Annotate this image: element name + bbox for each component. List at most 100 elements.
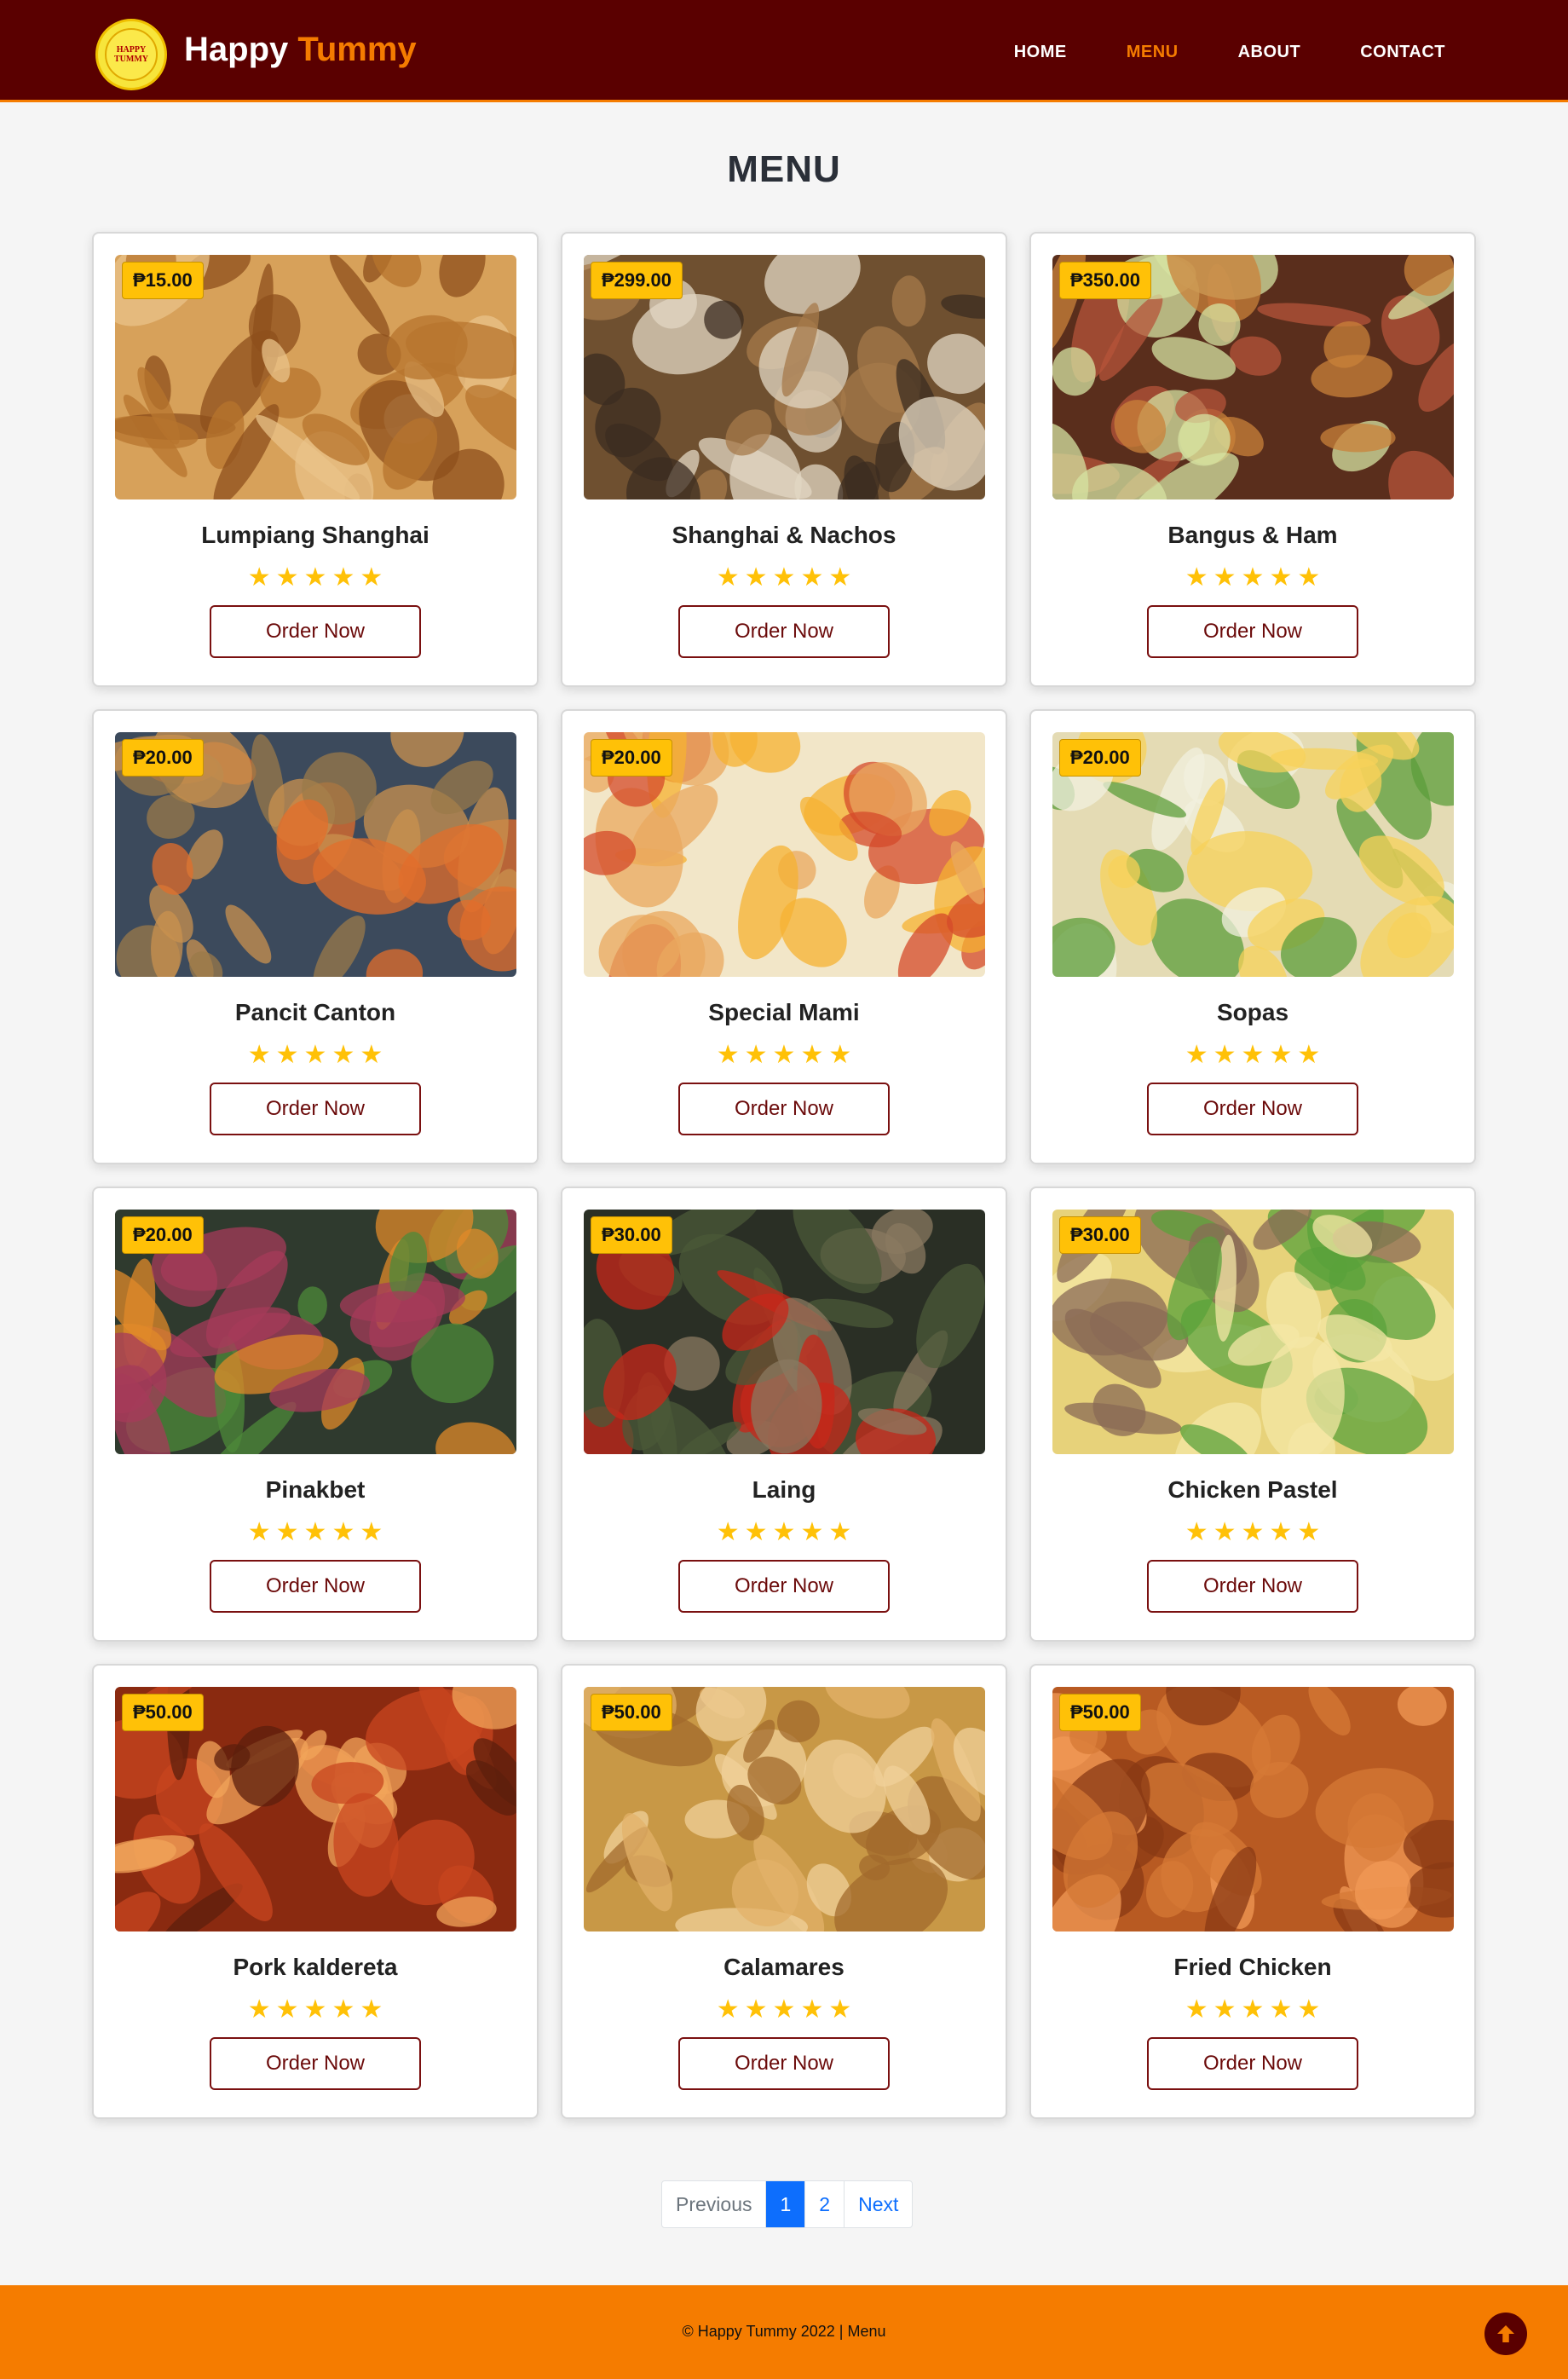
star-icon: ★ (1213, 1518, 1237, 1546)
order-now-button[interactable]: Order Now (1147, 605, 1358, 658)
dish-name: Bangus & Ham (1167, 522, 1338, 548)
page-title: MENU (727, 148, 841, 190)
star-icon: ★ (1241, 1995, 1265, 2024)
star-icon: ★ (800, 563, 824, 592)
dish-name: Chicken Pastel (1167, 1476, 1338, 1503)
pagination-next[interactable]: Next (844, 2181, 912, 2227)
order-now-button[interactable]: Order Now (678, 605, 890, 658)
star-icon: ★ (360, 1041, 383, 1069)
star-rating: ★ ★ ★ ★ ★ (94, 563, 537, 592)
back-to-top-button[interactable] (1484, 2313, 1527, 2355)
star-icon: ★ (1185, 1518, 1208, 1546)
order-now-button[interactable]: Order Now (1147, 1083, 1358, 1135)
star-icon: ★ (303, 1041, 327, 1069)
star-icon: ★ (1213, 1041, 1237, 1069)
star-icon: ★ (1269, 1518, 1293, 1546)
star-icon: ★ (1213, 1995, 1237, 2024)
logo-badge: HAPPY TUMMY (105, 28, 158, 81)
order-now-button[interactable]: Order Now (210, 2037, 421, 2090)
price-badge: ₱15.00 (122, 262, 204, 299)
star-icon: ★ (772, 563, 796, 592)
nav-links: HOME MENU ABOUT CONTACT (954, 43, 1445, 62)
order-now-button[interactable]: Order Now (678, 2037, 890, 2090)
star-icon: ★ (360, 1995, 383, 2024)
food-image: ₱20.00 (584, 732, 985, 977)
star-icon: ★ (1213, 563, 1237, 592)
star-icon: ★ (275, 563, 299, 592)
order-now-button[interactable]: Order Now (1147, 2037, 1358, 2090)
star-icon: ★ (303, 1518, 327, 1546)
star-icon: ★ (1241, 1518, 1265, 1546)
star-icon: ★ (744, 1995, 768, 2024)
food-image: ₱30.00 (584, 1210, 985, 1454)
star-icon: ★ (247, 1518, 271, 1546)
star-rating: ★ ★ ★ ★ ★ (1031, 1995, 1474, 2024)
star-rating: ★ ★ ★ ★ ★ (1031, 1517, 1474, 1547)
nav-menu[interactable]: MENU (1127, 43, 1179, 62)
menu-card: ₱20.00 Pancit Canton ★ ★ ★ ★ ★ Order Now (92, 709, 539, 1164)
star-icon: ★ (1297, 563, 1321, 592)
navbar: HAPPY TUMMY Happy Tummy HOME MENU ABOUT … (0, 0, 1568, 102)
footer: © Happy Tummy 2022 | Menu (0, 2285, 1568, 2379)
logo[interactable]: HAPPY TUMMY (95, 19, 167, 90)
food-image: ₱50.00 (1052, 1687, 1454, 1931)
star-rating: ★ ★ ★ ★ ★ (562, 1995, 1006, 2024)
food-image: ₱50.00 (115, 1687, 516, 1931)
order-now-button[interactable]: Order Now (678, 1083, 890, 1135)
star-icon: ★ (247, 1995, 271, 2024)
star-icon: ★ (744, 1041, 768, 1069)
star-rating: ★ ★ ★ ★ ★ (1031, 563, 1474, 592)
dish-name: Sopas (1216, 999, 1289, 1025)
price-badge: ₱30.00 (591, 1216, 672, 1254)
star-rating: ★ ★ ★ ★ ★ (94, 1517, 537, 1547)
order-now-button[interactable]: Order Now (1147, 1560, 1358, 1613)
nav-contact[interactable]: CONTACT (1360, 43, 1445, 62)
food-image: ₱50.00 (584, 1687, 985, 1931)
nav-home[interactable]: HOME (1014, 43, 1067, 62)
menu-card: ₱15.00 Lumpiang Shanghai ★ ★ ★ ★ ★ Order Now (92, 232, 539, 687)
price-badge: ₱30.00 (1059, 1216, 1141, 1254)
star-icon: ★ (303, 563, 327, 592)
price-badge: ₱20.00 (122, 739, 204, 777)
order-now-button[interactable]: Order Now (210, 1560, 421, 1613)
star-icon: ★ (331, 563, 355, 592)
menu-card: ₱50.00 Calamares ★ ★ ★ ★ ★ Order Now (561, 1664, 1007, 2119)
star-icon: ★ (275, 1041, 299, 1069)
menu-card: ₱30.00 Laing ★ ★ ★ ★ ★ Order Now (561, 1187, 1007, 1642)
pagination-previous[interactable]: Previous (662, 2181, 765, 2227)
dish-name: Shanghai & Nachos (672, 522, 896, 548)
order-now-button[interactable]: Order Now (210, 1083, 421, 1135)
order-now-button[interactable]: Order Now (210, 605, 421, 658)
star-icon: ★ (716, 1041, 740, 1069)
star-icon: ★ (247, 1041, 271, 1069)
star-icon: ★ (1185, 563, 1208, 592)
menu-card: ₱30.00 Chicken Pastel ★ ★ ★ ★ ★ Order Now (1029, 1187, 1476, 1642)
nav-about[interactable]: ABOUT (1238, 43, 1301, 62)
star-rating: ★ ★ ★ ★ ★ (94, 1995, 537, 2024)
star-rating: ★ ★ ★ ★ ★ (94, 1040, 537, 1070)
pagination-page-1[interactable]: 1 (765, 2181, 805, 2227)
price-badge: ₱20.00 (122, 1216, 204, 1254)
price-badge: ₱299.00 (591, 262, 683, 299)
pagination-page-2[interactable]: 2 (804, 2181, 844, 2227)
star-icon: ★ (828, 1518, 852, 1546)
menu-card: ₱50.00 Pork kaldereta ★ ★ ★ ★ ★ Order Now (92, 1664, 539, 2119)
dish-name: Calamares (723, 1954, 845, 1980)
star-icon: ★ (1297, 1041, 1321, 1069)
star-icon: ★ (744, 563, 768, 592)
brand-first: Happy (184, 31, 289, 68)
dish-name: Special Mami (708, 999, 860, 1025)
order-now-button[interactable]: Order Now (678, 1560, 890, 1613)
star-icon: ★ (716, 563, 740, 592)
price-badge: ₱50.00 (591, 1694, 672, 1731)
star-icon: ★ (360, 1518, 383, 1546)
star-rating: ★ ★ ★ ★ ★ (1031, 1040, 1474, 1070)
brand-name[interactable]: Happy Tummy (184, 31, 417, 69)
star-icon: ★ (772, 1995, 796, 2024)
star-icon: ★ (331, 1041, 355, 1069)
star-icon: ★ (1269, 563, 1293, 592)
star-icon: ★ (1185, 1041, 1208, 1069)
food-image: ₱15.00 (115, 255, 516, 499)
food-image: ₱20.00 (115, 732, 516, 977)
price-badge: ₱50.00 (122, 1694, 204, 1731)
